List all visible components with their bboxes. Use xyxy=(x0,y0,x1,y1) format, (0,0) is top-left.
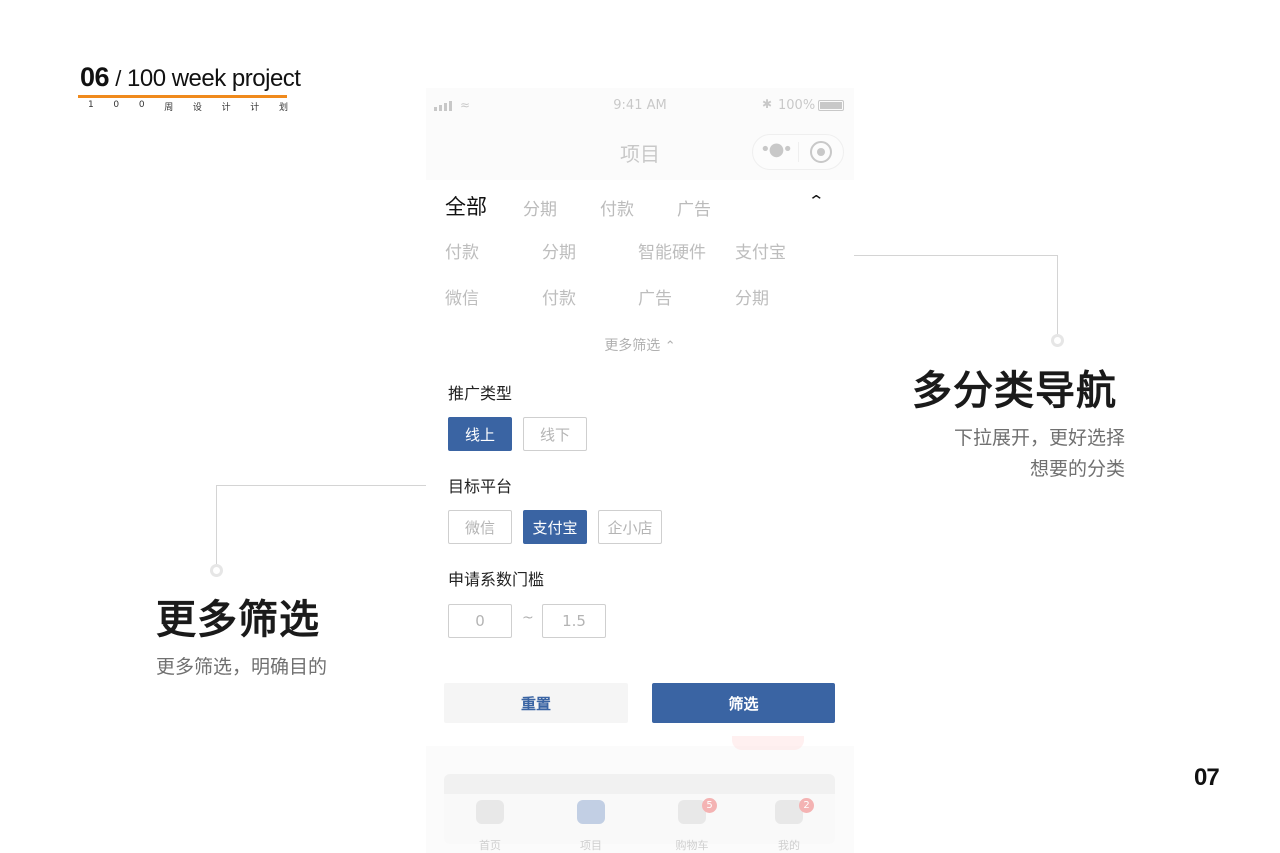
category-item[interactable]: 广告 xyxy=(638,284,672,309)
chip-online[interactable]: 线上 xyxy=(448,417,512,451)
tabbar-label: 我的 xyxy=(778,839,800,852)
category-item[interactable]: 付款 xyxy=(542,284,576,309)
feature-desc-category-nav: 下拉展开，更好选择 想要的分类 xyxy=(880,423,1125,485)
category-tabs: 全部 分期 付款 广告 ⌃ xyxy=(426,180,854,226)
project-icon xyxy=(577,800,605,824)
category-item[interactable]: 智能硬件 xyxy=(638,238,706,263)
brand-subtitle-char: 划 xyxy=(278,103,288,113)
capsule-divider xyxy=(798,142,799,162)
leader-dot-left xyxy=(210,564,223,577)
threshold-label: 申请系数门槛 xyxy=(448,570,545,589)
chip-wechat[interactable]: 微信 xyxy=(448,510,512,544)
background-tag xyxy=(732,736,804,750)
tab-all[interactable]: 全部 xyxy=(445,191,487,221)
chevron-up-icon[interactable]: ⌃ xyxy=(807,192,825,210)
tab-payment[interactable]: 付款 xyxy=(600,195,634,220)
brand-slash: / xyxy=(115,66,121,91)
leader-line-left xyxy=(216,485,426,486)
home-icon xyxy=(476,800,504,824)
target-circle-icon[interactable] xyxy=(810,141,832,163)
more-filter-toggle[interactable]: 更多筛选 ⌃ xyxy=(426,335,854,355)
tab-installment[interactable]: 分期 xyxy=(523,195,557,220)
brand-subtitle-char: 设 xyxy=(192,103,202,113)
filter-button[interactable]: 筛选 xyxy=(652,683,835,723)
tabbar-item-home[interactable]: 首页 xyxy=(460,794,520,853)
status-bar: ≈ 9:41 AM ✱ 100% xyxy=(426,88,854,124)
nav-bar: 项目 •●• xyxy=(426,128,854,174)
tabbar-item-project[interactable]: 项目 xyxy=(561,794,621,853)
brand-number: 06 xyxy=(80,62,110,92)
reset-button[interactable]: 重置 xyxy=(444,683,628,723)
promo-type-label: 推广类型 xyxy=(448,384,513,403)
leader-line-right-vertical xyxy=(1057,255,1058,335)
chip-alipay[interactable]: 支付宝 xyxy=(523,510,587,544)
range-separator: ~ xyxy=(522,610,534,626)
category-item[interactable]: 分期 xyxy=(735,284,769,309)
brand-subtitle-char: 0 xyxy=(113,100,120,110)
brand-header: 06 / 100 week project 1 0 0 周 设 计 计 划 xyxy=(78,62,301,113)
brand-title: 06 / 100 week project xyxy=(80,62,301,93)
tab-ads[interactable]: 广告 xyxy=(677,195,711,220)
bottom-tab-bar: 首页 项目 5 购物车 2 我的 xyxy=(426,794,854,853)
me-badge: 2 xyxy=(799,798,814,813)
feature-desc-line: 下拉展开，更好选择 xyxy=(953,427,1125,449)
bluetooth-icon: ✱ xyxy=(762,97,773,111)
leader-dot-right xyxy=(1051,334,1064,347)
cart-badge: 5 xyxy=(702,798,717,813)
chip-mini-store[interactable]: 企小店 xyxy=(598,510,662,544)
tabbar-label: 首页 xyxy=(479,839,501,852)
platform-label: 目标平台 xyxy=(448,477,513,496)
feature-desc-more-filter: 更多筛选，明确目的 xyxy=(156,656,328,678)
filter-dropdown-panel: 全部 分期 付款 广告 ⌃ 付款 分期 智能硬件 支付宝 微信 付款 广告 分期… xyxy=(426,180,854,746)
tabbar-label: 项目 xyxy=(580,839,602,852)
brand-subtitle-char: 0 xyxy=(138,100,145,110)
brand-project-name: 100 week project xyxy=(127,65,301,92)
brand-subtitle-char: 计 xyxy=(221,103,231,113)
brand-subtitle-char: 计 xyxy=(250,103,260,113)
leader-line-left-vertical xyxy=(216,485,217,565)
tabbar-item-cart[interactable]: 5 购物车 xyxy=(662,794,722,853)
tabbar-item-me[interactable]: 2 我的 xyxy=(759,794,819,853)
brand-subtitle-char: 1 xyxy=(88,100,94,110)
battery-percent: 100% xyxy=(778,98,816,113)
page-number: 07 xyxy=(1194,764,1220,791)
threshold-min-input[interactable]: 0 xyxy=(448,604,512,638)
feature-title-more-filter: 更多筛选 xyxy=(156,597,320,643)
category-item[interactable]: 支付宝 xyxy=(735,238,786,263)
more-filter-label: 更多筛选 xyxy=(604,338,661,354)
brand-subtitle-char: 周 xyxy=(164,103,174,113)
category-item[interactable]: 分期 xyxy=(542,238,576,263)
leader-line-right xyxy=(854,255,1058,256)
phone-mockup: ≈ 9:41 AM ✱ 100% 项目 •●• 全部 分期 付款 广告 ⌃ 付款… xyxy=(426,88,854,853)
chevron-up-icon: ⌃ xyxy=(664,339,676,354)
chip-offline[interactable]: 线下 xyxy=(523,417,587,451)
brand-subtitle: 1 0 0 周 设 计 计 划 xyxy=(88,100,288,113)
brand-underline xyxy=(78,95,287,98)
category-item[interactable]: 微信 xyxy=(445,284,479,309)
battery-icon xyxy=(818,100,844,111)
category-item[interactable]: 付款 xyxy=(445,238,479,263)
feature-title-category-nav: 多分类导航 xyxy=(912,368,1117,414)
feature-desc-line: 想要的分类 xyxy=(1029,458,1125,480)
more-dots-icon[interactable]: •●• xyxy=(760,139,793,160)
threshold-max-input[interactable]: 1.5 xyxy=(542,604,606,638)
tabbar-label: 购物车 xyxy=(675,839,709,852)
